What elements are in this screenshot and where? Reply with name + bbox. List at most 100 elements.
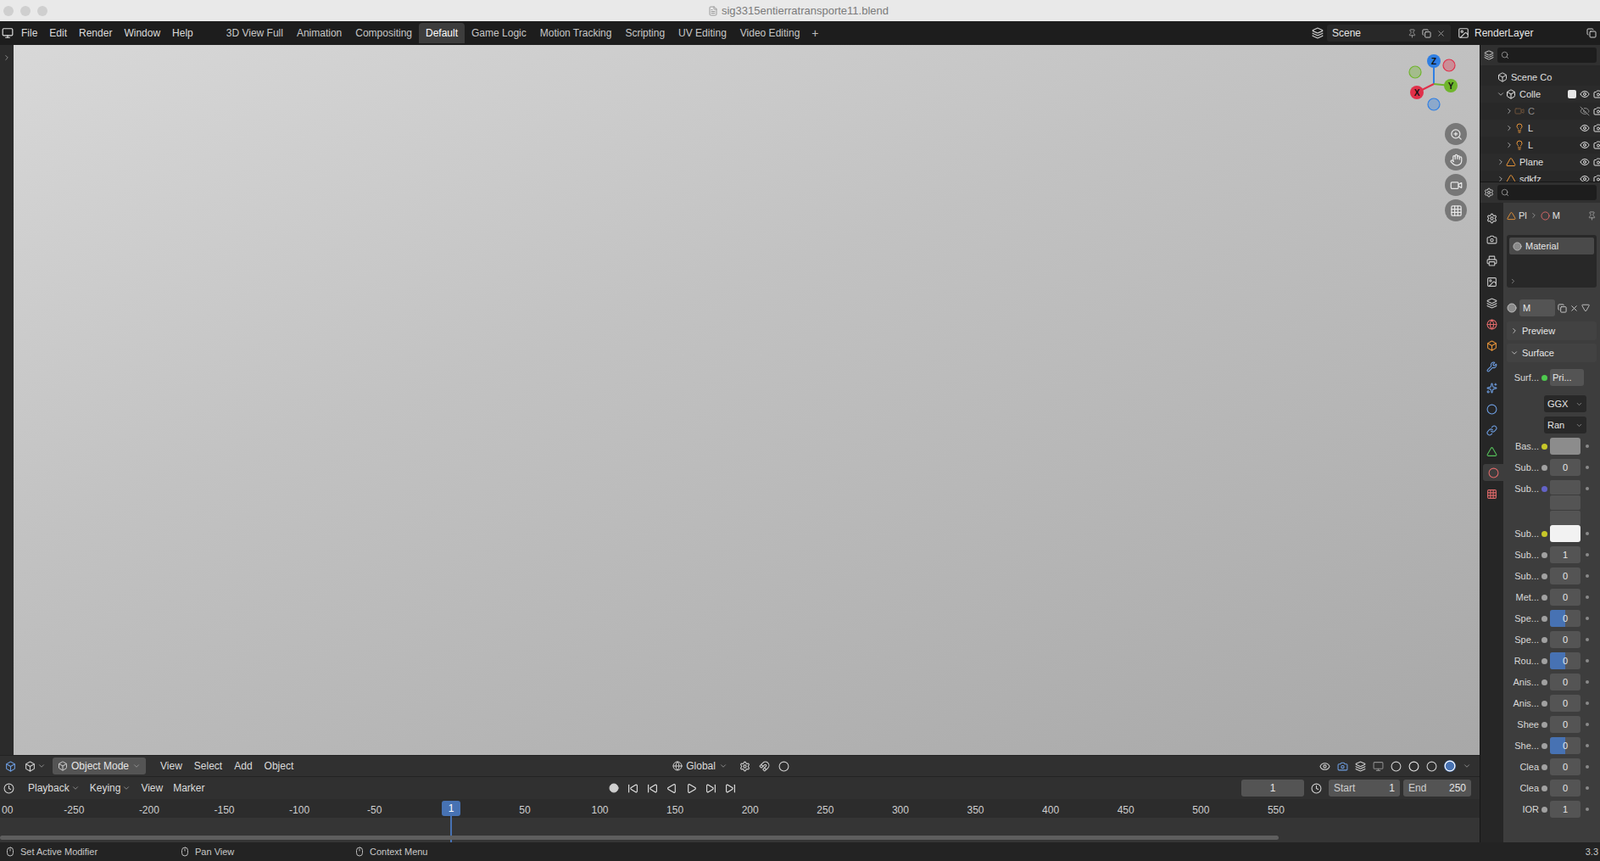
visible-eye-icon[interactable] <box>1579 89 1590 100</box>
socket-dot[interactable] <box>1541 763 1548 770</box>
add-workspace-button[interactable]: + <box>806 24 824 43</box>
value-field[interactable]: 0 <box>1549 652 1581 669</box>
viewport-menu[interactable]: Select <box>188 758 229 774</box>
link-mode-icon[interactable] <box>1581 303 1590 313</box>
visibility-icon[interactable] <box>1319 760 1331 772</box>
hidden-eye-icon[interactable] <box>1579 105 1590 117</box>
value-field[interactable]: 0 <box>1549 630 1581 648</box>
vector-field[interactable] <box>1549 479 1581 525</box>
timeline-menu[interactable]: Keying <box>84 780 137 796</box>
wireframe-shading-icon[interactable] <box>1390 760 1402 772</box>
viewport-menu[interactable]: Object <box>258 758 301 774</box>
outliner-row[interactable]: Plane <box>1480 153 1600 171</box>
keyframe-decorator[interactable] <box>1585 701 1589 705</box>
value-field[interactable]: 1 <box>1549 800 1581 818</box>
jump-end-icon[interactable] <box>724 782 736 794</box>
expand-arrow-icon[interactable] <box>1495 89 1506 99</box>
keyframe-decorator[interactable] <box>1585 680 1589 684</box>
value-field[interactable]: 0 <box>1549 458 1581 476</box>
keyframe-decorator[interactable] <box>1585 465 1589 469</box>
value-field[interactable]: 0 <box>1549 715 1581 733</box>
value-field[interactable]: 0 <box>1549 673 1581 691</box>
collapse-arrow-icon[interactable] <box>1495 157 1506 167</box>
gizmo-icon[interactable] <box>1337 760 1349 772</box>
value-field[interactable]: 0 <box>1549 588 1581 606</box>
workspace-tab[interactable]: Animation <box>289 22 349 44</box>
render-toggle-icon[interactable] <box>1593 105 1600 117</box>
socket-dot[interactable] <box>1541 742 1548 749</box>
visible-eye-icon[interactable] <box>1579 122 1590 134</box>
keyframe-decorator[interactable] <box>1585 574 1589 578</box>
render-toggle-icon[interactable] <box>1593 156 1600 168</box>
menu-item[interactable]: Window <box>117 25 167 41</box>
preview-range-icon[interactable] <box>1310 782 1322 794</box>
select-mode[interactable] <box>24 760 46 772</box>
close-icon[interactable] <box>1436 28 1446 39</box>
properties-search[interactable] <box>1497 184 1597 201</box>
material-slot[interactable]: Material <box>1509 237 1595 255</box>
outliner-row[interactable]: L <box>1480 119 1600 137</box>
keyframe-decorator[interactable] <box>1585 764 1589 769</box>
socket-dot[interactable] <box>1541 594 1548 601</box>
timeline-area[interactable]: 00-250-200-150-100-505010015020025030035… <box>0 798 1480 842</box>
keyframe-decorator[interactable] <box>1585 486 1589 491</box>
outliner-row[interactable]: Colle <box>1480 85 1600 103</box>
panel-header[interactable]: Preview <box>1506 321 1597 341</box>
minimize-button[interactable] <box>20 5 31 17</box>
solid-shading-icon[interactable] <box>1408 760 1420 772</box>
editor-type-icon[interactable] <box>3 782 15 794</box>
workspace-tab[interactable]: Game Logic <box>464 22 534 44</box>
camera-view-button[interactable] <box>1444 173 1467 196</box>
pin-icon[interactable] <box>1407 28 1417 39</box>
list-expand-icon[interactable] <box>1509 277 1517 285</box>
timeline-menu[interactable]: View <box>135 780 168 796</box>
visible-eye-icon[interactable] <box>1579 156 1590 168</box>
value-field[interactable]: 0 <box>1549 758 1581 775</box>
panel-header[interactable]: Surface <box>1506 343 1597 363</box>
subsurface-method-dropdown[interactable]: Ran <box>1544 416 1587 434</box>
orientation-dropdown[interactable]: Global <box>672 758 728 774</box>
play-icon[interactable] <box>685 782 697 794</box>
outliner-search[interactable] <box>1497 47 1597 63</box>
outliner-row[interactable]: C <box>1480 102 1600 120</box>
visible-eye-icon[interactable] <box>1579 139 1590 151</box>
outliner-row[interactable]: Scene Co <box>1480 68 1600 86</box>
socket-dot[interactable] <box>1541 573 1548 580</box>
timeline-scrollbar[interactable] <box>0 835 1279 840</box>
keyframe-decorator[interactable] <box>1585 616 1589 620</box>
socket-dot[interactable] <box>1541 615 1548 622</box>
workspace-tab[interactable]: UV Editing <box>671 22 734 44</box>
color-swatch[interactable] <box>1549 437 1581 455</box>
keyframe-decorator[interactable] <box>1585 743 1589 748</box>
socket-dot[interactable] <box>1541 721 1548 728</box>
next-keyframe-icon[interactable] <box>705 782 717 794</box>
socket-dot[interactable] <box>1541 806 1548 813</box>
menu-item[interactable]: Render <box>72 25 118 41</box>
material-shading-icon[interactable] <box>1426 760 1438 772</box>
expand-toolbar-icon[interactable] <box>2 53 12 62</box>
menu-item[interactable]: File <box>15 25 44 41</box>
value-field[interactable]: 0 <box>1549 609 1581 627</box>
socket-dot[interactable] <box>1541 700 1548 707</box>
outliner-row[interactable]: L <box>1480 136 1600 154</box>
copy-icon[interactable] <box>1586 27 1597 39</box>
copy-icon[interactable] <box>1421 28 1432 39</box>
pin-icon[interactable] <box>1587 211 1597 221</box>
keyframe-decorator[interactable] <box>1585 786 1589 790</box>
vector-component[interactable] <box>1549 495 1581 510</box>
socket-dot[interactable] <box>1541 530 1548 537</box>
properties-tab[interactable] <box>1482 273 1503 290</box>
material-browse-icon[interactable] <box>1506 302 1517 313</box>
duplicate-icon[interactable] <box>1557 303 1567 313</box>
viewport-menu[interactable]: View <box>154 758 189 774</box>
socket-dot[interactable] <box>1541 443 1548 450</box>
workspace-tab[interactable]: 3D View Full <box>219 22 290 44</box>
scene-field[interactable]: Scene <box>1326 24 1451 42</box>
zoom-button[interactable] <box>37 5 48 17</box>
keyframe-decorator[interactable] <box>1585 552 1589 557</box>
properties-tab[interactable] <box>1482 230 1503 248</box>
view-layer-field[interactable]: RenderLayer <box>1474 25 1534 41</box>
vector-component[interactable] <box>1549 510 1581 525</box>
perspective-toggle-button[interactable] <box>1444 199 1467 222</box>
keyframe-decorator[interactable] <box>1585 531 1589 536</box>
